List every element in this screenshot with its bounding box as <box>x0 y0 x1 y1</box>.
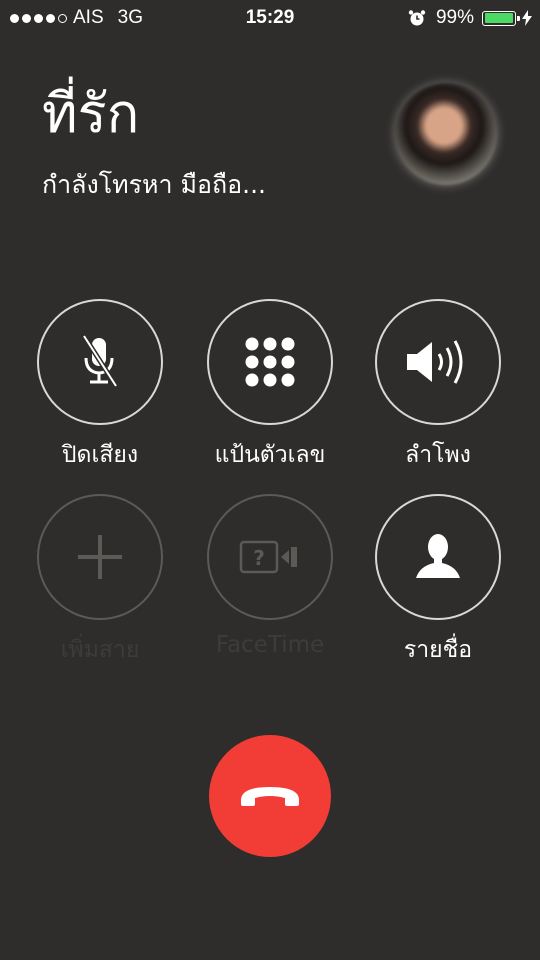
speaker-circle[interactable] <box>375 299 501 425</box>
contacts-circle[interactable] <box>375 494 501 620</box>
battery-fill <box>484 13 514 23</box>
facetime-icon: ? <box>239 540 297 574</box>
battery-percent: 99% <box>435 7 474 28</box>
status-bar-right: 99% <box>408 7 532 29</box>
keypad-button[interactable]: แป้นตัวเลข <box>207 299 333 473</box>
status-bar: AIS 3G 15:29 99% <box>0 0 540 36</box>
mute-circle[interactable] <box>37 299 163 425</box>
mute-label: ปิดเสียง <box>61 442 139 468</box>
microphone-muted-icon <box>81 334 119 388</box>
add-call-button[interactable]: เพิ่มสาย <box>37 494 163 668</box>
keypad-circle[interactable] <box>207 299 333 425</box>
mute-button[interactable]: ปิดเสียง <box>37 299 163 473</box>
facetime-circle[interactable]: ? <box>207 494 333 620</box>
contacts-button[interactable]: รายชื่อ <box>375 494 501 668</box>
keypad-icon <box>245 337 295 387</box>
avatar <box>395 83 497 185</box>
facetime-button[interactable]: ? FaceTime <box>207 494 333 658</box>
add-call-circle[interactable] <box>37 494 163 620</box>
add-call-label: เพิ่มสาย <box>60 637 140 663</box>
call-status: กำลังโทรหา มือถือ... <box>42 170 266 199</box>
alarm-icon <box>408 10 426 26</box>
charging-bolt-icon <box>522 10 532 26</box>
contacts-label: รายชื่อ <box>403 637 473 663</box>
speaker-icon <box>407 340 463 384</box>
speaker-button[interactable]: ลำโพง <box>375 299 501 473</box>
battery-icon <box>482 10 520 26</box>
keypad-label: แป้นตัวเลข <box>214 442 326 468</box>
contact-person-icon <box>416 534 460 578</box>
contact-name: ที่รัก <box>42 82 140 145</box>
plus-icon <box>78 535 122 579</box>
hang-up-phone-icon <box>241 787 299 806</box>
facetime-label: FaceTime <box>215 632 325 658</box>
end-call-button[interactable] <box>209 735 331 857</box>
svg-text:?: ? <box>253 546 265 570</box>
speaker-label: ลำโพง <box>405 442 471 468</box>
